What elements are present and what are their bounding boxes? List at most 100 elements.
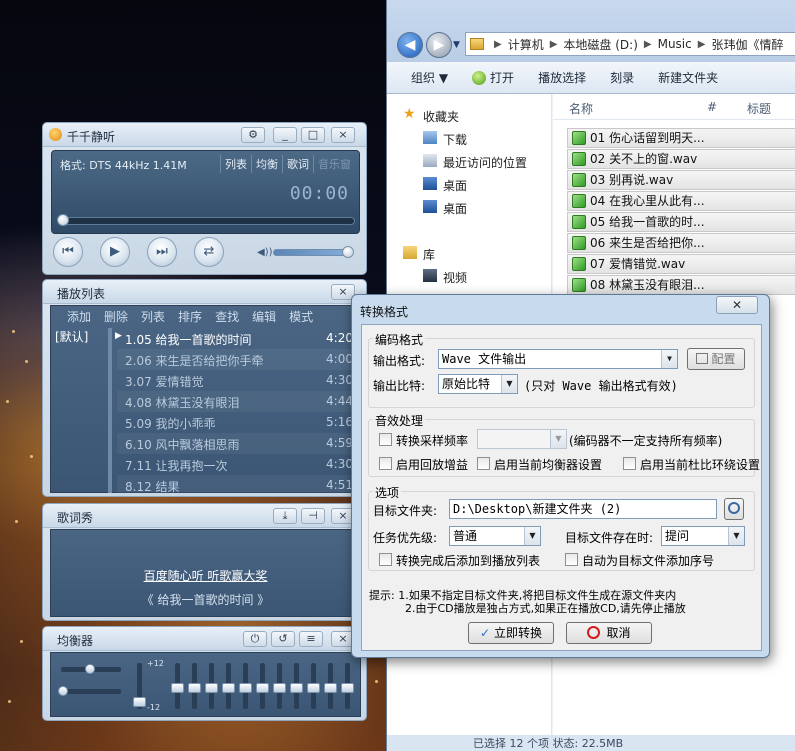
chevron-right-icon[interactable]: ▶ bbox=[698, 39, 706, 50]
file-row[interactable]: 06 来生是否给把你... bbox=[567, 233, 795, 253]
tab-equalizer[interactable]: 均衡 bbox=[251, 155, 282, 173]
pin-icon[interactable]: ⊣ bbox=[301, 508, 325, 524]
eq-band-slider[interactable] bbox=[205, 663, 218, 709]
back-arrow-icon[interactable]: ◀ bbox=[397, 32, 423, 58]
preamp-slider[interactable] bbox=[133, 663, 146, 709]
track-row[interactable]: 2.06 来生是否给把你手牵 4:00 bbox=[117, 349, 357, 370]
file-row[interactable]: 04 在我心里从此有... bbox=[567, 191, 795, 211]
priority-select[interactable]: 普通 ▼ bbox=[449, 526, 541, 546]
volume-handle[interactable] bbox=[342, 246, 354, 258]
checkbox-box[interactable] bbox=[477, 457, 490, 470]
menu-find[interactable]: 查找 bbox=[215, 308, 239, 326]
playlist-title-bar[interactable]: 播放列表 × bbox=[43, 280, 366, 304]
chevron-right-icon[interactable]: ▶ bbox=[550, 39, 558, 50]
eq-band-slider[interactable] bbox=[273, 663, 286, 709]
track-row[interactable]: 7.11 让我再抱一次 4:30 bbox=[117, 454, 357, 475]
bitrate-select[interactable]: 原始比特 ▼ bbox=[438, 374, 518, 394]
nav-desktop[interactable]: 桌面 bbox=[423, 177, 467, 194]
breadcrumb-album[interactable]: 张玮伽《情醉 bbox=[711, 36, 783, 53]
tab-lyrics[interactable]: 歌词 bbox=[282, 155, 313, 173]
play-icon[interactable]: ▶ bbox=[100, 237, 130, 267]
add-to-playlist-checkbox[interactable]: 转换完成后添加到播放列表 bbox=[379, 552, 540, 569]
equalizer-title-bar[interactable]: 均衡器 ⏻ ↺ ≡ × bbox=[43, 627, 366, 651]
balance-handle[interactable] bbox=[85, 664, 95, 674]
track-row[interactable]: ▶ 1.05 给我一首歌的时间 4:20 bbox=[115, 328, 357, 349]
output-format-select[interactable]: Wave 文件输出 ▼ bbox=[438, 349, 678, 369]
use-surround-checkbox[interactable]: 启用当前杜比环绕设置 bbox=[623, 456, 760, 473]
tab-playlist[interactable]: 列表 bbox=[220, 155, 251, 173]
menu-mode[interactable]: 模式 bbox=[289, 308, 313, 326]
eq-band-handle[interactable] bbox=[239, 683, 252, 693]
nav-desktop-2[interactable]: 桌面 bbox=[423, 200, 467, 217]
eq-band-slider[interactable] bbox=[171, 663, 184, 709]
replay-gain-checkbox[interactable]: 启用回放增益 bbox=[379, 456, 468, 473]
eq-band-slider[interactable] bbox=[324, 663, 337, 709]
maximize-button[interactable]: □ bbox=[301, 127, 325, 143]
eq-band-slider[interactable] bbox=[239, 663, 252, 709]
checkbox-box[interactable] bbox=[379, 433, 392, 446]
open-button[interactable]: 打开 bbox=[472, 69, 514, 86]
eq-band-slider[interactable] bbox=[307, 663, 320, 709]
file-row[interactable]: 08 林黛玉没有眼泪... bbox=[567, 275, 795, 295]
breadcrumb-drive[interactable]: 本地磁盘 (D:) bbox=[563, 36, 637, 53]
dialog-close-button[interactable]: ✕ bbox=[716, 296, 758, 314]
tab-music-window[interactable]: 音乐窗 bbox=[313, 155, 355, 173]
minimize-button[interactable]: _ bbox=[273, 127, 297, 143]
use-eq-checkbox[interactable]: 启用当前均衡器设置 bbox=[477, 456, 602, 473]
file-exists-select[interactable]: 提问 ▼ bbox=[661, 526, 745, 546]
chevron-right-icon[interactable]: ▶ bbox=[494, 39, 502, 50]
menu-icon[interactable]: ≡ bbox=[299, 631, 323, 647]
playlist-splitter[interactable] bbox=[108, 328, 112, 493]
nav-recent[interactable]: 最近访问的位置 bbox=[423, 154, 527, 171]
volume-slider[interactable] bbox=[273, 246, 354, 258]
menu-sort[interactable]: 排序 bbox=[178, 308, 202, 326]
organize-button[interactable]: 组织 ▼ bbox=[411, 69, 448, 86]
eq-band-handle[interactable] bbox=[205, 683, 218, 693]
convert-now-button[interactable]: ✓ 立即转换 bbox=[468, 622, 554, 644]
eq-band-handle[interactable] bbox=[256, 683, 269, 693]
menu-add[interactable]: 添加 bbox=[67, 308, 91, 326]
burn-button[interactable]: 刻录 bbox=[610, 69, 634, 86]
menu-delete[interactable]: 删除 bbox=[104, 308, 128, 326]
track-row[interactable]: 8.12 结果 4:51 bbox=[117, 475, 357, 494]
chevron-right-icon[interactable]: ▶ bbox=[644, 39, 652, 50]
eq-band-slider[interactable] bbox=[222, 663, 235, 709]
reset-icon[interactable]: ↺ bbox=[271, 631, 295, 647]
nav-downloads[interactable]: 下载 bbox=[423, 131, 467, 148]
play-mode-icon[interactable]: ⇄ bbox=[194, 237, 224, 267]
eq-band-handle[interactable] bbox=[188, 683, 201, 693]
close-button[interactable]: × bbox=[331, 127, 355, 143]
eq-band-slider[interactable] bbox=[341, 663, 354, 709]
add-serial-checkbox[interactable]: 自动为目标文件添加序号 bbox=[565, 552, 714, 569]
eq-band-handle[interactable] bbox=[324, 683, 337, 693]
seek-bar[interactable] bbox=[57, 214, 355, 226]
file-row[interactable]: 05 给我一首歌的时... bbox=[567, 212, 795, 232]
download-icon[interactable]: ⤓ bbox=[273, 508, 297, 524]
column-name[interactable]: 名称 bbox=[569, 100, 593, 117]
track-row[interactable]: 3.07 爱情错觉 4:30 bbox=[117, 370, 357, 391]
playlist-group-default[interactable]: [默认] bbox=[55, 328, 88, 345]
nav-videos[interactable]: 视频 bbox=[423, 269, 467, 286]
browse-folder-button[interactable] bbox=[724, 498, 744, 520]
target-folder-input[interactable]: D:\Desktop\新建文件夹 (2) bbox=[449, 499, 717, 519]
menu-edit[interactable]: 编辑 bbox=[252, 308, 276, 326]
eq-band-slider[interactable] bbox=[290, 663, 303, 709]
column-title[interactable]: 标题 bbox=[747, 100, 771, 117]
play-selection-button[interactable]: 播放选择 bbox=[538, 69, 586, 86]
forward-arrow-icon[interactable]: ▶ bbox=[426, 32, 452, 58]
eq-band-handle[interactable] bbox=[273, 683, 286, 693]
resample-checkbox[interactable]: 转换采样频率 bbox=[379, 432, 468, 449]
checkbox-box[interactable] bbox=[565, 553, 578, 566]
previous-track-icon[interactable]: ⏮ bbox=[53, 237, 83, 267]
track-row[interactable]: 4.08 林黛玉没有眼泪 4:44 bbox=[117, 391, 357, 412]
file-row[interactable]: 02 关不上的窗.wav bbox=[567, 149, 795, 169]
cancel-button[interactable]: 取消 bbox=[566, 622, 652, 644]
breadcrumb-computer[interactable]: 计算机 bbox=[508, 36, 544, 53]
track-row[interactable]: 5.09 我的小乖乖 5:16 bbox=[117, 412, 357, 433]
preamp-handle[interactable] bbox=[133, 697, 146, 707]
eq-band-slider[interactable] bbox=[256, 663, 269, 709]
eq-band-handle[interactable] bbox=[307, 683, 320, 693]
eq-band-handle[interactable] bbox=[222, 683, 235, 693]
baidu-promo-link[interactable]: 百度随心听 听歌赢大奖 bbox=[51, 567, 360, 584]
address-bar[interactable]: ▶ 计算机 ▶ 本地磁盘 (D:) ▶ Music ▶ 张玮伽《情醉 bbox=[465, 32, 795, 56]
